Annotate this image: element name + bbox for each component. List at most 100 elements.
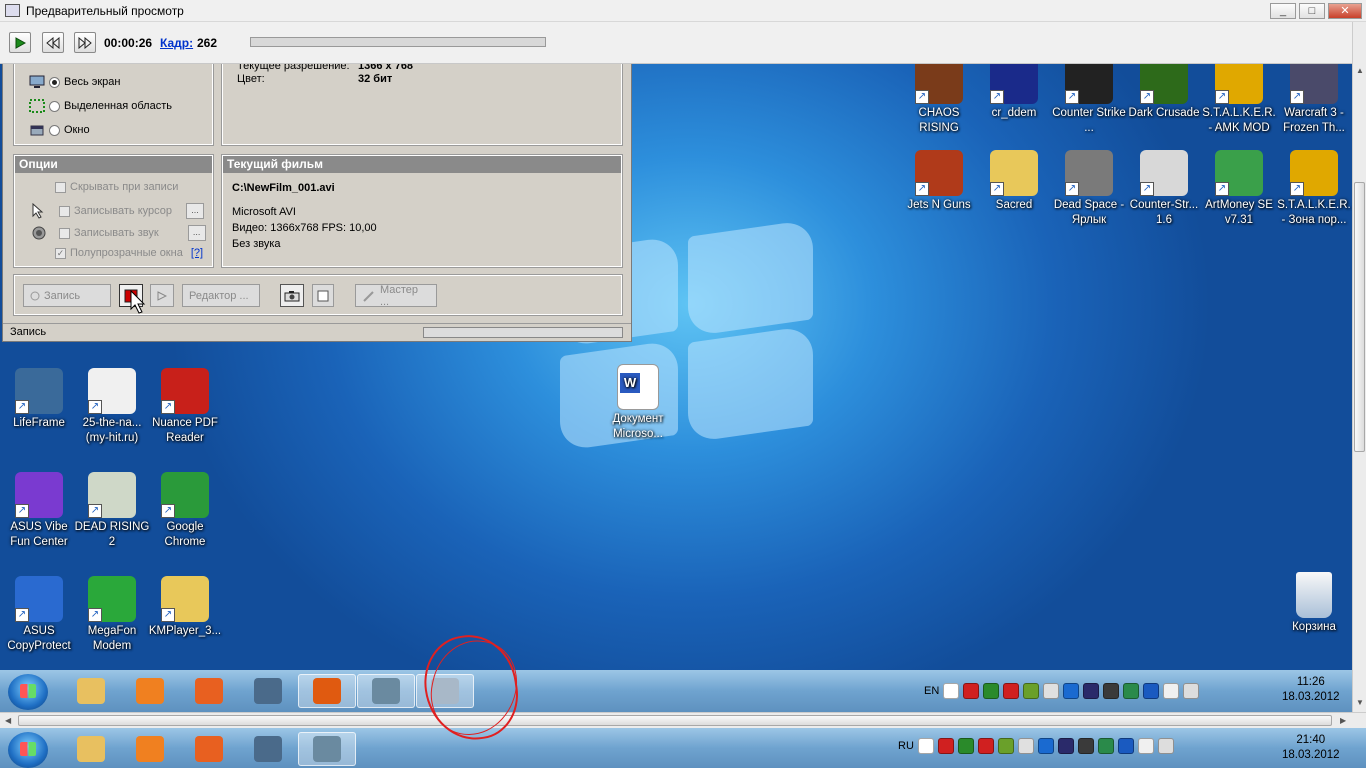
desktop-icon-recycle-bin[interactable]: Корзина: [1276, 572, 1352, 635]
inner-taskbar-firefox[interactable]: [298, 674, 356, 708]
desktop-right-icon-1[interactable]: ↗ cr_ddem: [976, 64, 1052, 121]
tray-icon[interactable]: [1063, 683, 1080, 699]
tray-icon[interactable]: [1037, 738, 1054, 754]
scroll-left-icon[interactable]: ◀: [5, 716, 11, 725]
desktop-right-icon-2[interactable]: ↗ Counter Strike ...: [1051, 64, 1127, 136]
seek-bar[interactable]: [250, 37, 546, 47]
frame-link[interactable]: Кадр:: [160, 36, 193, 50]
editor-button[interactable]: Редактор ...: [182, 284, 260, 307]
desktop-right-icon-8[interactable]: ↗ Dead Space - Ярлык: [1051, 150, 1127, 228]
tray-icon[interactable]: [943, 683, 960, 699]
inner-taskbar-explorer[interactable]: [62, 674, 120, 708]
help-link[interactable]: [?]: [191, 247, 203, 259]
tray-icon[interactable]: [957, 738, 974, 754]
inner-taskbar-capture-tool[interactable]: [357, 674, 415, 708]
horizontal-scrollbar[interactable]: ◀ ▶: [0, 712, 1366, 728]
tray-icon[interactable]: [1143, 683, 1160, 699]
cursor-settings-button[interactable]: ...: [185, 203, 204, 219]
inner-language-indicator[interactable]: EN: [924, 685, 939, 697]
outer-taskbar-installer[interactable]: [180, 732, 238, 766]
desktop-left-icon-6[interactable]: ↗ ASUS CopyProtect: [1, 576, 77, 654]
outer-start-button[interactable]: [8, 732, 48, 768]
maximize-button[interactable]: □: [1299, 3, 1325, 19]
tray-icon[interactable]: [1157, 738, 1174, 754]
desktop-left-icon-2[interactable]: ↗ Nuance PDF Reader: [147, 368, 223, 446]
tray-icon[interactable]: [983, 683, 1000, 699]
status-progress: [423, 327, 623, 338]
tray-icon[interactable]: [1103, 683, 1120, 699]
desktop-left-icon-8[interactable]: ↗ KMPlayer_3...: [147, 576, 223, 639]
preview-play-button[interactable]: [150, 284, 174, 307]
horizontal-scroll-thumb[interactable]: [18, 715, 1332, 726]
tray-icon[interactable]: [1137, 738, 1154, 754]
screenshot-button[interactable]: [280, 284, 304, 307]
inner-taskbar-lifeframe[interactable]: [239, 674, 297, 708]
tray-icon[interactable]: [1097, 738, 1114, 754]
tray-icon[interactable]: [1077, 738, 1094, 754]
tray-icon[interactable]: [1003, 683, 1020, 699]
desktop-left-icon-0[interactable]: ↗ LifeFrame: [1, 368, 77, 431]
minimize-button[interactable]: _: [1270, 3, 1296, 19]
tray-icon[interactable]: [963, 683, 980, 699]
outer-taskbar-media-player[interactable]: [121, 732, 179, 766]
desktop-right-icon-5[interactable]: ↗ Warcraft 3 - Frozen Th...: [1276, 64, 1352, 136]
outer-taskbar-explorer[interactable]: [62, 732, 120, 766]
desktop-right-icon-7[interactable]: ↗ Sacred: [976, 150, 1052, 213]
hide-on-record-checkbox[interactable]: [55, 181, 66, 193]
record-cursor-checkbox[interactable]: [59, 205, 70, 217]
desktop-right-icon-3[interactable]: ↗ Dark Crusade: [1126, 64, 1202, 121]
wizard-button[interactable]: Мастер ...: [355, 284, 437, 308]
desktop-left-icon-1[interactable]: ↗ 25-the-na... (my-hit.ru): [74, 368, 150, 446]
tray-icon[interactable]: [937, 738, 954, 754]
inner-taskbar-installer[interactable]: [180, 674, 238, 708]
close-button[interactable]: ✕: [1328, 3, 1362, 19]
outer-clock[interactable]: 21:40 18.03.2012: [1282, 733, 1340, 763]
outer-taskbar-capture-tool[interactable]: [298, 732, 356, 766]
tray-icon[interactable]: [977, 738, 994, 754]
desktop-right-icon-11[interactable]: ↗ S.T.A.L.K.E.R. - Зона пор...: [1276, 150, 1352, 228]
scroll-down-icon[interactable]: ▼: [1356, 698, 1364, 707]
tray-icon[interactable]: [1117, 738, 1134, 754]
tray-icon[interactable]: [997, 738, 1014, 754]
tray-icon[interactable]: [1163, 683, 1180, 699]
scroll-right-icon[interactable]: ▶: [1340, 716, 1346, 725]
record-button[interactable]: Запись: [23, 284, 111, 307]
region-radio[interactable]: [49, 100, 60, 112]
tray-icon[interactable]: [1017, 738, 1034, 754]
tray-icon[interactable]: [1123, 683, 1140, 699]
sound-settings-button[interactable]: ...: [187, 225, 206, 241]
desktop-left-icon-7[interactable]: ↗ MegaFon Modem: [74, 576, 150, 654]
tray-icon[interactable]: [1043, 683, 1060, 699]
tray-icon[interactable]: [1183, 683, 1200, 699]
desktop-right-icon-6[interactable]: ↗ Jets N Guns: [901, 150, 977, 213]
tray-icon[interactable]: [1083, 683, 1100, 699]
inner-taskbar-media-player[interactable]: [121, 674, 179, 708]
outer-taskbar-lifeframe[interactable]: [239, 732, 297, 766]
scroll-up-icon[interactable]: ▲: [1356, 66, 1364, 75]
app-shortcut-icon: ↗: [15, 472, 63, 518]
vertical-scroll-thumb[interactable]: [1354, 182, 1365, 452]
vertical-scrollbar[interactable]: ▲ ▼: [1352, 22, 1366, 712]
rewind-button[interactable]: [42, 32, 64, 53]
desktop-right-icon-4[interactable]: ↗ S.T.A.L.K.E.R. - AMK MOD: [1201, 64, 1277, 136]
inner-start-button[interactable]: [8, 674, 48, 710]
play-button[interactable]: [9, 32, 31, 53]
outer-language-indicator[interactable]: RU: [898, 740, 914, 752]
tray-icon[interactable]: [917, 738, 934, 754]
tray-icon[interactable]: [1023, 683, 1040, 699]
desktop-left-icon-5[interactable]: ↗ Google Chrome: [147, 472, 223, 550]
inner-clock[interactable]: 11:26 18.03.2012: [1282, 675, 1340, 705]
desktop-icon-word-document[interactable]: W Документ Microso...: [600, 364, 676, 442]
desktop-left-icon-4[interactable]: ↗ DEAD RISING 2: [74, 472, 150, 550]
desktop-right-icon-0[interactable]: ↗ CHAOS RISING: [901, 64, 977, 136]
translucent-windows-checkbox[interactable]: ✓: [55, 247, 66, 259]
tray-icon[interactable]: [1057, 738, 1074, 754]
frame-button[interactable]: [312, 284, 334, 307]
desktop-right-icon-10[interactable]: ↗ ArtMoney SE v7.31: [1201, 150, 1277, 228]
record-sound-checkbox[interactable]: [59, 227, 70, 239]
forward-button[interactable]: [74, 32, 96, 53]
desktop-left-icon-3[interactable]: ↗ ASUS Vibe Fun Center: [1, 472, 77, 550]
window-radio[interactable]: [49, 124, 60, 136]
fullscreen-radio[interactable]: [49, 76, 60, 88]
desktop-right-icon-9[interactable]: ↗ Counter-Str... 1.6: [1126, 150, 1202, 228]
